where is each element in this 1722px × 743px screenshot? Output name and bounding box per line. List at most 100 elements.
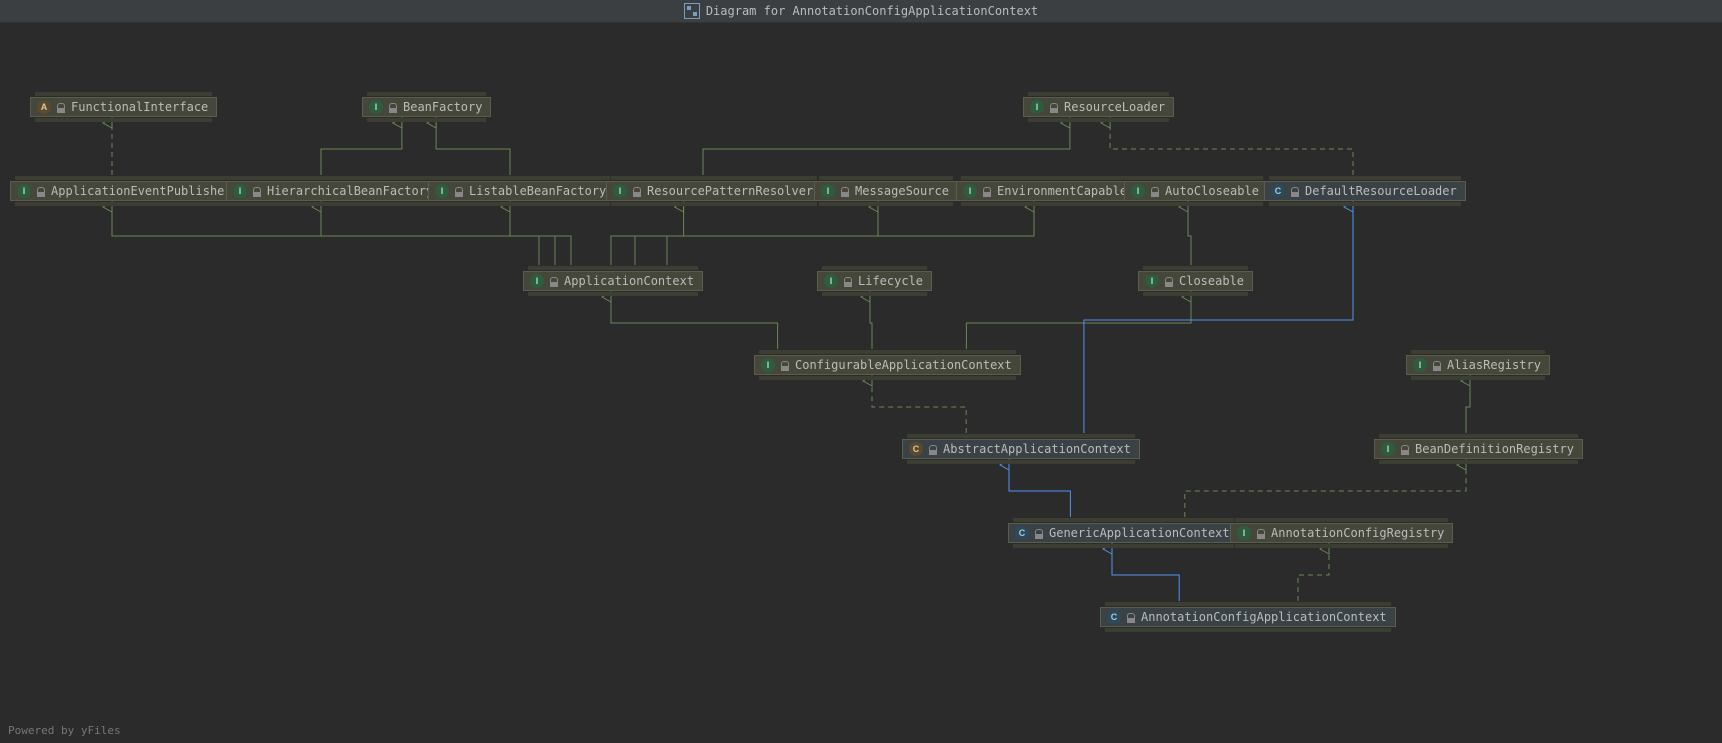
node-label: EnvironmentCapable [997,184,1127,198]
interface-icon: I [369,100,383,114]
class-node-BeanDefinitionRegistry[interactable]: I BeanDefinitionRegistry [1374,439,1583,459]
node-label: HierarchicalBeanFactory [267,184,433,198]
lock-icon [781,361,789,369]
lock-icon [389,103,397,111]
class-node-AnnotationConfigApplicationContext[interactable]: C AnnotationConfigApplicationContext [1100,607,1396,627]
class-node-ResourceLoader[interactable]: I ResourceLoader [1023,97,1174,117]
titlebar: Diagram for AnnotationConfigApplicationC… [0,0,1722,23]
node-label: AbstractApplicationContext [943,442,1131,456]
lock-icon [1151,187,1159,195]
node-label: AnnotationConfigApplicationContext [1141,610,1387,624]
interface-icon: I [233,184,247,198]
lock-icon [1127,613,1135,621]
edge-ApplicationContext-to-MessageSource [635,207,878,265]
interface-icon: I [824,274,838,288]
interface-icon: I [821,184,835,198]
node-label: ResourceLoader [1064,100,1165,114]
edge-GenericApplicationContext-to-BeanDefinitionRegistry [1185,465,1466,517]
lock-icon [929,445,937,453]
edge-ApplicationContext-to-EnvironmentCapable [667,207,1034,265]
diagram-canvas[interactable]: AFunctionalInterface I BeanFactory I Resourc… [0,23,1722,721]
node-label: ConfigurableApplicationContext [795,358,1012,372]
edge-ApplicationContext-to-ListableBeanFactory [510,207,571,265]
class-node-DefaultResourceLoader[interactable]: C DefaultResourceLoader [1264,181,1466,201]
edge-AnnotationConfigApplicationContext-to-AnnotationConfigRegistry [1298,549,1329,601]
interface-icon: I [530,274,544,288]
class-node-ApplicationContext[interactable]: IApplicationContext [523,271,703,291]
lock-icon [1291,187,1299,195]
class-node-BeanFactory[interactable]: I BeanFactory [362,97,491,117]
lock-icon [1401,445,1409,453]
node-label: BeanDefinitionRegistry [1415,442,1574,456]
interface-icon: I [613,184,627,198]
edge-ConfigurableApplicationContext-to-Lifecycle [870,297,872,349]
diagram-icon [684,3,700,19]
node-label: AnnotationConfigRegistry [1271,526,1444,540]
node-label: MessageSource [855,184,949,198]
edge-ApplicationContext-to-HierarchicalBeanFactory [321,207,555,265]
lock-icon [1165,277,1173,285]
class-node-ListableBeanFactory[interactable]: I ListableBeanFactory [428,181,615,201]
node-label: Closeable [1179,274,1244,288]
lock-icon [1050,103,1058,111]
class-node-HierarchicalBeanFactory[interactable]: I HierarchicalBeanFactory [226,181,442,201]
interface-icon: I [435,184,449,198]
edge-HierarchicalBeanFactory-to-BeanFactory [321,123,402,175]
class-node-AutoCloseable[interactable]: IAutoCloseable [1124,181,1268,201]
interface-icon: I [1413,358,1427,372]
class-node-Lifecycle[interactable]: I Lifecycle [817,271,932,291]
node-label: AliasRegistry [1447,358,1541,372]
edge-Closeable-to-AutoCloseable [1188,207,1191,265]
lock-icon [983,187,991,195]
class-node-FunctionalInterface[interactable]: AFunctionalInterface [30,97,217,117]
edge-AbstractApplicationContext-to-ConfigurableApplicationContext [872,381,966,433]
lock-icon [1257,529,1265,537]
node-label: ApplicationEventPublisher [51,184,232,198]
lock-icon [57,103,65,111]
class-node-ApplicationEventPublisher[interactable]: I ApplicationEventPublisher [10,181,241,201]
node-label: BeanFactory [403,100,482,114]
class-icon: C [909,442,923,456]
class-node-MessageSource[interactable]: I MessageSource [814,181,958,201]
class-icon: C [1271,184,1285,198]
class-node-ResourcePatternResolver[interactable]: I ResourcePatternResolver [606,181,822,201]
edge-ListableBeanFactory-to-BeanFactory [436,123,510,175]
interface-icon: I [1237,526,1251,540]
lock-icon [633,187,641,195]
node-label: GenericApplicationContext [1049,526,1230,540]
node-label: Lifecycle [858,274,923,288]
class-node-GenericApplicationContext[interactable]: C GenericApplicationContext [1008,523,1239,543]
lock-icon [1433,361,1441,369]
interface-icon: I [1131,184,1145,198]
class-icon: C [1107,610,1121,624]
node-label: DefaultResourceLoader [1305,184,1457,198]
interface-icon: I [17,184,31,198]
lock-icon [253,187,261,195]
annotation-icon: A [37,100,51,114]
class-node-EnvironmentCapable[interactable]: I EnvironmentCapable [956,181,1136,201]
edge-ConfigurableApplicationContext-to-Closeable [966,297,1191,349]
edge-DefaultResourceLoader-to-ResourceLoader [1110,123,1353,175]
interface-icon: I [963,184,977,198]
edge-AbstractApplicationContext-to-DefaultResourceLoader [1084,207,1353,433]
class-node-Closeable[interactable]: I Closeable [1138,271,1253,291]
interface-icon: I [1381,442,1395,456]
interface-icon: I [761,358,775,372]
interface-icon: I [1030,100,1044,114]
class-node-ConfigurableApplicationContext[interactable]: I ConfigurableApplicationContext [754,355,1021,375]
node-label: ListableBeanFactory [469,184,606,198]
edge-GenericApplicationContext-to-AbstractApplicationContext [1009,465,1070,517]
class-node-AliasRegistry[interactable]: I AliasRegistry [1406,355,1550,375]
class-icon: C [1015,526,1029,540]
interface-icon: I [1145,274,1159,288]
edge-ApplicationContext-to-ApplicationEventPublisher [112,207,539,265]
lock-icon [455,187,463,195]
node-label: ResourcePatternResolver [647,184,813,198]
edge-ApplicationContext-to-ResourcePatternResolver [611,207,684,265]
class-node-AbstractApplicationContext[interactable]: C AbstractApplicationContext [902,439,1140,459]
lock-icon [37,187,45,195]
lock-icon [844,277,852,285]
footer-attribution: Powered by yFiles [8,724,121,737]
class-node-AnnotationConfigRegistry[interactable]: I AnnotationConfigRegistry [1230,523,1453,543]
lock-icon [550,277,558,285]
